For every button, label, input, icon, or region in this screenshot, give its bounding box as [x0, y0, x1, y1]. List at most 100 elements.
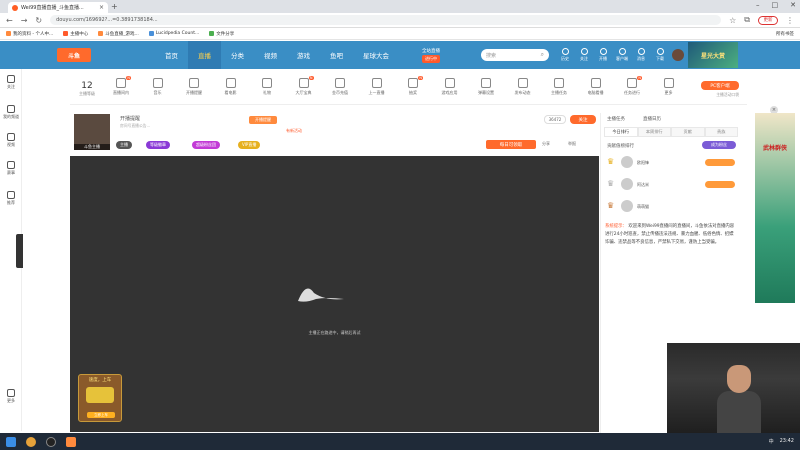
toolbar-tool[interactable]: 更多: [654, 78, 684, 96]
toolbar-tool[interactable]: 电脑看播: [581, 78, 611, 96]
header-icon-item[interactable]: 消息: [633, 48, 649, 62]
bookmark-item[interactable]: 我的资料 - 个人中...: [6, 31, 53, 37]
streamer-tag[interactable]: VIP直播: [238, 141, 261, 149]
new-tab-button[interactable]: +: [111, 2, 118, 11]
left-rail-item[interactable]: 我的频道: [0, 105, 22, 120]
header-promo[interactable]: 全站直播 进行中: [411, 45, 451, 65]
rail-glyph-icon: [7, 161, 15, 169]
nav-item[interactable]: 首页: [155, 41, 188, 69]
star-icon[interactable]: ☆: [729, 16, 736, 25]
rail-collapse-handle[interactable]: [16, 234, 23, 268]
bookmark-item[interactable]: 主播中心: [63, 31, 88, 37]
left-rail-item[interactable]: 赛事: [0, 161, 22, 176]
all-bookmarks[interactable]: 所有书签: [776, 31, 794, 37]
bookmark-item[interactable]: 文件分享: [209, 31, 234, 37]
rail-glyph-icon: [7, 191, 15, 199]
toolbar-tool[interactable]: 弹幕设置: [471, 78, 501, 96]
panel-link[interactable]: 直播日历: [643, 116, 661, 122]
minimize-icon[interactable]: –: [756, 1, 760, 9]
subscribe-reminder-button[interactable]: 开播提醒: [249, 116, 277, 124]
maximize-icon[interactable]: □: [772, 1, 779, 9]
toolbar-tool[interactable]: N 直播间内: [106, 76, 136, 96]
left-rail-item[interactable]: 更多: [0, 389, 22, 404]
extensions-icon[interactable]: ⧉: [744, 15, 750, 25]
webcam-overlay: [667, 343, 800, 433]
reload-icon[interactable]: ↻: [35, 16, 42, 25]
nav-item[interactable]: 星球大会: [353, 41, 399, 69]
user-avatar[interactable]: [672, 49, 684, 61]
start-icon[interactable]: [6, 436, 16, 447]
rank-tab[interactable]: 今日排行: [604, 127, 638, 137]
toolbar-tool[interactable]: 金币充值: [325, 78, 355, 96]
browser-tab[interactable]: Wei99直播直播_斗鱼直播... ×: [8, 2, 108, 13]
toolbar-tool[interactable]: 主播任务: [544, 78, 574, 96]
pc-client-button[interactable]: PC客户端: [701, 81, 739, 90]
nav-item[interactable]: 鱼吧: [320, 41, 353, 69]
header-icon-item[interactable]: 历史: [557, 48, 573, 62]
toolbar-tool[interactable]: 开播提醒: [179, 78, 209, 96]
toolbar-tool[interactable]: 上一直播: [362, 78, 392, 96]
rank-tab[interactable]: 本周排行: [637, 127, 671, 137]
new-badge: N: [418, 76, 423, 80]
header-icon-item[interactable]: 客户端: [614, 48, 630, 62]
search-icon[interactable]: ⌕: [541, 51, 544, 59]
nav-item[interactable]: 直播: [188, 41, 221, 69]
toolbar-tool[interactable]: 发布动态: [508, 78, 538, 96]
panel-link[interactable]: 主播任务: [607, 116, 625, 122]
video-player[interactable]: 主播正在路途中，请稍后再试 速度，上车 立即上车: [70, 156, 599, 432]
become-fan-button[interactable]: 成为粉丝: [702, 141, 736, 149]
toolbar-tool[interactable]: 看电影: [216, 78, 246, 96]
nav-item[interactable]: 视频: [254, 41, 287, 69]
promo-card-button[interactable]: 立即上车: [87, 412, 115, 418]
nav-item[interactable]: 分类: [221, 41, 254, 69]
level-label: 主播等级: [79, 91, 95, 96]
streamer-tag[interactable]: 等级徽章: [146, 141, 170, 149]
close-tab-icon[interactable]: ×: [99, 4, 104, 11]
rank-row[interactable]: ♛ 萌萌猫: [601, 197, 741, 215]
header-icon-item[interactable]: 开播: [595, 48, 611, 62]
streamer-tag[interactable]: 超级粉丝团: [192, 141, 220, 149]
obs-icon[interactable]: [46, 436, 56, 447]
daily-task-button[interactable]: 每日可领取: [486, 140, 536, 149]
forward-icon[interactable]: →: [21, 16, 28, 25]
back-icon[interactable]: ←: [6, 16, 13, 25]
rank-tab[interactable]: 贡献: [671, 127, 705, 137]
bookmark-item[interactable]: 斗鱼直播_游戏...: [98, 31, 139, 37]
promo-card[interactable]: 速度，上车 立即上车: [78, 374, 122, 422]
sidebar-ad[interactable]: 武林群侠: [755, 113, 795, 303]
follow-button[interactable]: 关注: [570, 115, 596, 124]
menu-icon[interactable]: ⋮: [786, 16, 794, 25]
left-rail-item[interactable]: 关注: [0, 75, 22, 90]
streamer-tag[interactable]: 主播: [116, 141, 132, 149]
toolbar-tool[interactable]: N 大厅宝典: [289, 76, 319, 96]
toolbar-tool[interactable]: 礼物: [252, 78, 282, 96]
close-window-icon[interactable]: ✕: [790, 1, 796, 9]
header-icon-item[interactable]: 下载: [652, 48, 668, 62]
left-rail-item[interactable]: 推荐: [0, 191, 22, 206]
tool-glyph-icon: [225, 78, 236, 88]
header-icon-item[interactable]: 关注: [576, 48, 592, 62]
rank-row[interactable]: ♛ 欧阳锋: [601, 153, 741, 171]
search-input[interactable]: 搜索 ⌕: [481, 49, 549, 61]
toolbar-tool[interactable]: 游戏应用: [435, 78, 465, 96]
report-button[interactable]: 举报: [568, 141, 576, 147]
streamer-avatar[interactable]: 斗鱼主播: [74, 114, 110, 150]
douyu-logo[interactable]: 斗鱼: [57, 48, 91, 62]
toolbar-tool[interactable]: N 任务进行: [617, 76, 647, 96]
url-input[interactable]: douyu.com/169692?...=0.3891738184...: [50, 15, 722, 25]
nav-item[interactable]: 游戏: [287, 41, 320, 69]
douyu-app-icon[interactable]: [66, 436, 76, 447]
level-number: 12: [81, 81, 93, 91]
profile-button[interactable]: 更新: [758, 15, 778, 25]
toolbar-tool[interactable]: N 抽奖: [398, 76, 428, 96]
share-button[interactable]: 分享: [542, 141, 550, 147]
rank-row[interactable]: ♛ 阿达米: [601, 175, 741, 193]
rank-tab[interactable]: 贵族: [704, 127, 738, 137]
bookmark-item[interactable]: Lucidpedia Count...: [148, 31, 199, 36]
left-rail-item[interactable]: 视频: [0, 133, 22, 148]
tool-label: 发布动态: [514, 90, 531, 95]
chrome-icon[interactable]: [26, 436, 36, 447]
bookmarks-bar: 我的资料 - 个人中... 主播中心 斗鱼直播_游戏... Lucidpedia Co…: [0, 28, 800, 40]
toolbar-tool[interactable]: 音乐: [143, 78, 173, 96]
header-banner[interactable]: 星光大赏: [688, 42, 738, 68]
